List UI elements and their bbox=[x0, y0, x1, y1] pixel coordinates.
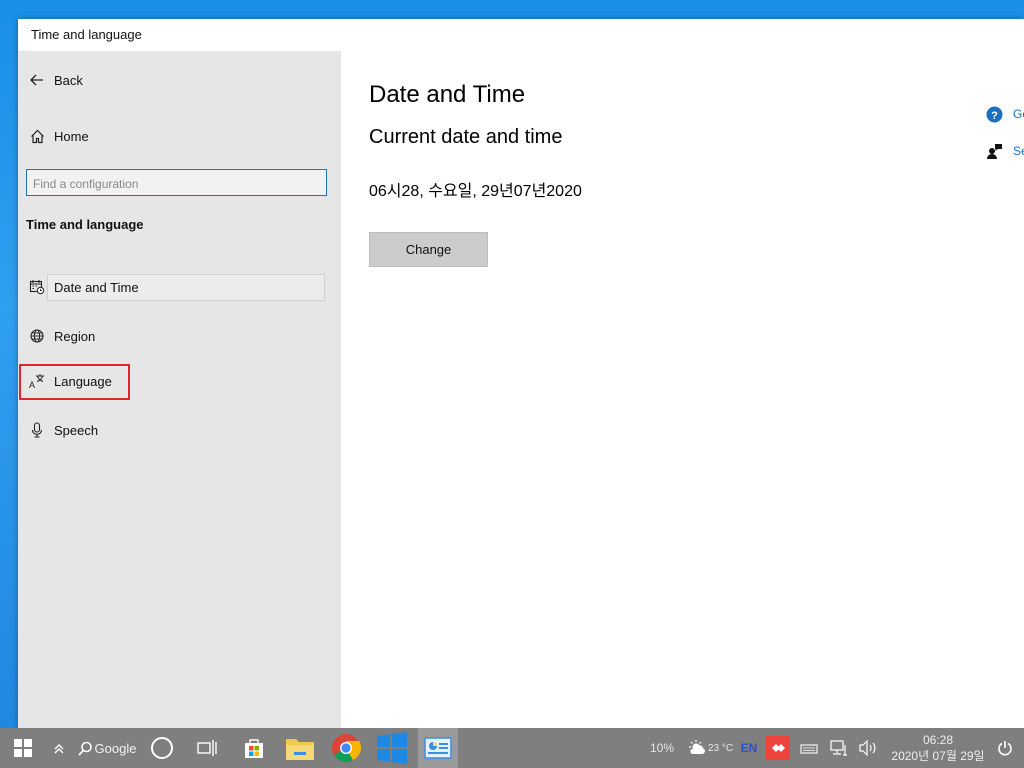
folder-icon bbox=[286, 739, 314, 760]
sidebar-item-label: Language bbox=[54, 373, 112, 389]
input-language[interactable]: EN bbox=[738, 728, 760, 768]
sidebar-item-label: Speech bbox=[54, 422, 99, 438]
taskbar: Google 10% 23 °C EN 06:28 2020년 07월 29일 bbox=[0, 728, 1024, 768]
send-feedback-link[interactable]: Se bbox=[985, 142, 1024, 160]
windows-app-button[interactable] bbox=[376, 728, 408, 768]
search-icon bbox=[77, 741, 92, 756]
page-title: Date and Time bbox=[369, 81, 526, 108]
search-label: Google bbox=[94, 740, 137, 756]
battery-level[interactable]: 10% bbox=[646, 728, 678, 768]
send-feedback-label: Se bbox=[1013, 144, 1024, 158]
power-button[interactable] bbox=[994, 728, 1016, 768]
settings-window: Time and language Back Home Time and lan… bbox=[18, 19, 1024, 728]
control-panel-icon bbox=[424, 737, 452, 759]
start-button[interactable] bbox=[10, 728, 36, 768]
home-label: Home bbox=[54, 128, 89, 144]
store-app-button[interactable] bbox=[240, 728, 268, 768]
google-search-button[interactable]: Google bbox=[76, 728, 138, 768]
back-label: Back bbox=[54, 72, 83, 88]
svg-text:?: ? bbox=[991, 110, 998, 122]
sidebar-item-label: Date and Time bbox=[54, 279, 139, 295]
globe-icon bbox=[28, 327, 46, 345]
weather-temp: 23 °C bbox=[707, 742, 734, 754]
feedback-person-icon bbox=[985, 142, 1003, 160]
main-content: Date and Time Current date and time 06시2… bbox=[341, 51, 1024, 728]
clock-time: 06:28 bbox=[922, 733, 954, 747]
task-view-button[interactable] bbox=[194, 728, 220, 768]
task-view-icon bbox=[197, 740, 217, 756]
svg-text:A: A bbox=[29, 380, 35, 389]
section-title: Time and language bbox=[26, 217, 144, 232]
blue-window-icon bbox=[377, 732, 407, 764]
keyboard-icon[interactable] bbox=[798, 728, 820, 768]
section-subtitle: Current date and time bbox=[369, 126, 563, 148]
calendar-clock-icon bbox=[28, 278, 46, 296]
current-datetime: 06시28, 수요일, 29년07년2020 bbox=[369, 183, 582, 200]
chevron-up-icon[interactable] bbox=[50, 728, 68, 768]
anydesk-tray-button[interactable] bbox=[766, 728, 790, 768]
language-icon: A bbox=[28, 372, 46, 390]
sidebar-item-speech[interactable]: Speech bbox=[28, 416, 98, 444]
sidebar-item-label: Region bbox=[54, 328, 96, 344]
windows-logo-icon bbox=[14, 739, 32, 757]
microphone-icon bbox=[28, 421, 46, 439]
clock-date: 2020년 07월 29일 bbox=[891, 749, 985, 763]
weather-sun-cloud-icon bbox=[688, 740, 705, 754]
home-button[interactable]: Home bbox=[28, 122, 89, 150]
weather-widget[interactable]: 23 °C bbox=[686, 728, 734, 768]
network-icon[interactable] bbox=[828, 728, 850, 768]
search-input[interactable] bbox=[31, 170, 326, 197]
file-explorer-button[interactable] bbox=[284, 728, 316, 768]
sidebar-item-date-and-time[interactable]: Date and Time bbox=[28, 273, 139, 301]
get-help-label: Ge bbox=[1013, 107, 1024, 121]
window-title: Time and language bbox=[18, 19, 1024, 51]
back-button[interactable]: Back bbox=[28, 66, 83, 94]
search-box[interactable] bbox=[26, 169, 327, 197]
sidebar: Back Home Time and language Date and Tim… bbox=[18, 51, 341, 728]
arrow-left-icon bbox=[28, 71, 46, 89]
help-circle-icon: ? bbox=[985, 105, 1003, 123]
home-icon bbox=[28, 127, 46, 145]
power-icon bbox=[998, 741, 1012, 756]
store-bag-icon bbox=[245, 739, 263, 758]
chrome-icon bbox=[332, 734, 361, 762]
get-help-link[interactable]: ? Ge bbox=[985, 105, 1024, 123]
clock[interactable]: 06:28 2020년 07월 29일 bbox=[886, 732, 990, 764]
settings-app-button[interactable] bbox=[418, 728, 458, 768]
cortana-ring-icon bbox=[151, 737, 173, 759]
anydesk-icon bbox=[766, 736, 790, 760]
sidebar-item-region[interactable]: Region bbox=[28, 322, 95, 350]
change-button[interactable]: Change bbox=[369, 232, 488, 267]
volume-icon[interactable] bbox=[856, 728, 880, 768]
cortana-button[interactable] bbox=[149, 728, 175, 768]
sidebar-item-language[interactable]: A Language bbox=[28, 367, 112, 395]
chrome-button[interactable] bbox=[330, 728, 362, 768]
